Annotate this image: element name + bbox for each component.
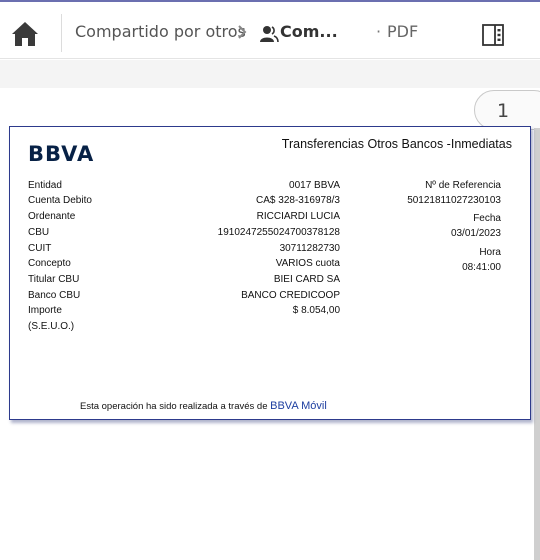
panel-toggle-icon [482,24,504,46]
value-ordenante: RICCIARDI LUCIA [256,211,340,222]
value-cuenta-debito: CA$ 328-316978/3 [256,195,340,206]
label-cuenta-debito: Cuenta Debito [28,195,92,206]
breadcrumb-shared-by-others[interactable]: Compartido por otros [75,22,246,41]
transfer-receipt: BBVA Transferencias Otros Bancos -Inmedi… [9,126,531,420]
bbva-logo: BBVA [28,142,95,166]
value-cbu: 191024725502470037812​8 [217,227,340,238]
shared-person-icon [260,26,279,43]
label-concepto: Concepto [28,258,71,269]
toolbar-divider [61,14,62,52]
breadcrumb-current-file[interactable]: Com... [280,22,338,41]
label-banco-cbu: Banco CBU [28,290,81,301]
page-number: 1 [497,100,510,122]
label-cbu: CBU [28,227,50,238]
time-label: Hora [479,247,501,258]
reference-number: 50121811027230103 [407,195,501,206]
date-value: 03/01/2023 [450,228,501,239]
time-value: 08:41:00 [462,262,501,273]
receipt-title: Transferencias Otros Bancos -Inmediatas [281,137,512,151]
document-page-edge [534,128,540,560]
date-label: Fecha [473,213,501,224]
label-ordenante: Ordenante [28,211,76,222]
value-importe: $ 8.054,00 [292,305,340,316]
footer-text: Esta operación ha sido realizada a travé… [80,401,268,412]
file-type-label: PDF [387,22,419,41]
value-titular-cbu: BIEI CARD SA [273,274,340,285]
value-banco-cbu: BANCO CREDICOOP [241,290,340,301]
chevron-right-icon [238,25,247,39]
label-importe: Importe [28,305,62,316]
receipt-footer: Esta operación ha sido realizada a travé… [80,400,327,412]
separator-dot: · [376,22,382,41]
top-toolbar: Compartido por otros Com... · PDF [0,2,540,59]
footer-brand: BBVA Móvil [270,400,327,412]
label-titular-cbu: Titular CBU [28,274,80,285]
label-cuit: CUIT [28,243,52,254]
label-entidad: Entidad [28,180,62,191]
toggle-panel-button[interactable] [478,20,508,50]
home-button[interactable] [6,15,44,53]
value-cuit: 30711282730 [279,243,340,254]
reference-label: Nº de Referencia [425,180,501,191]
label-seuo: (S.E.U.O.) [28,321,75,332]
home-icon [12,22,38,46]
document-toolbar-strip [0,60,540,88]
value-concepto: VARIOS cuota [275,258,340,269]
value-entidad: 0017 BBVA [289,180,340,191]
